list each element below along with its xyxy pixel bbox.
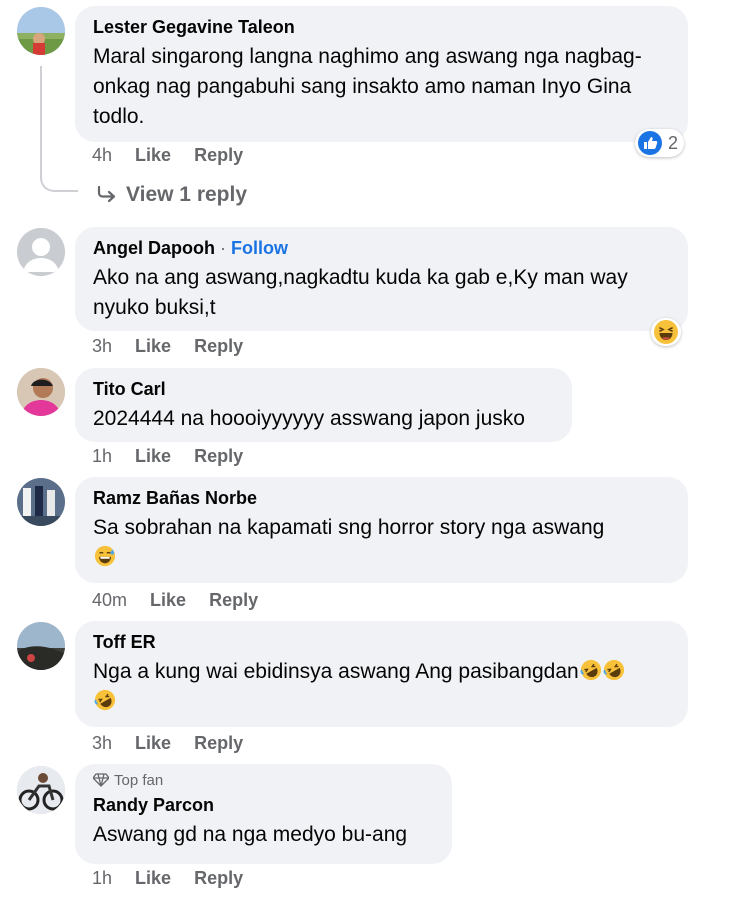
comment-text: Nga a kung wai ebidinsya aswang Ang pasi… xyxy=(93,657,670,717)
author-name[interactable]: Randy Parcon xyxy=(93,794,434,816)
like-button[interactable]: Like xyxy=(135,733,171,753)
reply-button[interactable]: Reply xyxy=(194,733,243,753)
avatar[interactable] xyxy=(17,622,65,670)
reply-button[interactable]: Reply xyxy=(194,145,243,165)
like-button[interactable]: Like xyxy=(135,145,171,165)
rolling-laughing-emoji-icon xyxy=(94,689,116,711)
top-fan-label: Top fan xyxy=(114,772,164,789)
like-button[interactable]: Like xyxy=(135,446,171,466)
comment-actions: 3h Like Reply xyxy=(92,733,261,754)
reply-button[interactable]: Reply xyxy=(194,868,243,888)
reply-button[interactable]: Reply xyxy=(194,336,243,356)
comment-timestamp[interactable]: 1h xyxy=(92,868,112,888)
reply-button[interactable]: Reply xyxy=(209,590,258,610)
comment-actions: 3h Like Reply xyxy=(92,336,261,357)
avatar[interactable] xyxy=(17,228,65,276)
view-replies-link[interactable]: View 1 reply xyxy=(96,183,247,207)
author-name[interactable]: Tito Carl xyxy=(93,378,554,400)
rolling-laughing-emoji-icon xyxy=(580,659,601,681)
author-name[interactable]: Ramz Bañas Norbe xyxy=(93,487,670,509)
avatar[interactable] xyxy=(17,368,65,416)
comment-actions: 1h Like Reply xyxy=(92,868,261,889)
reply-arrow-icon xyxy=(97,185,116,203)
comment-timestamp[interactable]: 4h xyxy=(92,145,112,165)
comment-text: 2024444 na hoooiyyyyyy asswang japon jus… xyxy=(93,407,525,430)
avatar[interactable] xyxy=(17,7,65,55)
comment-timestamp[interactable]: 3h xyxy=(92,336,112,356)
like-button[interactable]: Like xyxy=(135,336,171,356)
comment-bubble: Angel Dapooh · Follow Ako na ang aswang,… xyxy=(75,227,688,331)
avatar[interactable] xyxy=(17,478,65,526)
comment-text: Ako na ang aswang,nagkadtu kuda ka gab e… xyxy=(93,266,628,319)
comment-bubble: Toff ER Nga a kung wai ebidinsya aswang … xyxy=(75,621,688,727)
reply-button[interactable]: Reply xyxy=(194,446,243,466)
haha-reaction-icon xyxy=(654,320,678,344)
comment-timestamp[interactable]: 3h xyxy=(92,733,112,753)
comment-text: Sa sobrahan na kapamati sng horror story… xyxy=(93,513,670,573)
reaction-summary[interactable]: 2 xyxy=(635,129,685,157)
view-replies-label: View 1 reply xyxy=(126,183,248,206)
reaction-count: 2 xyxy=(668,132,679,153)
reaction-summary[interactable] xyxy=(651,318,681,346)
like-reaction-icon xyxy=(638,131,662,155)
like-button[interactable]: Like xyxy=(135,868,171,888)
top-fan-badge[interactable]: Top fan xyxy=(92,772,434,790)
comment-bubble: Top fan Randy Parcon Aswang gd na nga me… xyxy=(75,764,452,864)
comment-actions: 40m Like Reply xyxy=(92,590,276,611)
comment-text: Aswang gd na nga medyo bu-ang xyxy=(93,823,408,846)
comment-bubble: Tito Carl 2024444 na hoooiyyyyyy asswang… xyxy=(75,368,572,442)
grinning-sweat-emoji-icon xyxy=(94,545,116,567)
author-name[interactable]: Toff ER xyxy=(93,631,670,653)
author-name[interactable]: Angel Dapooh xyxy=(93,238,215,258)
comment-bubble: Ramz Bañas Norbe Sa sobrahan na kapamati… xyxy=(75,477,688,583)
like-button[interactable]: Like xyxy=(150,590,186,610)
comment-timestamp[interactable]: 1h xyxy=(92,446,112,466)
comment-actions: 4h Like Reply xyxy=(92,145,261,166)
avatar[interactable] xyxy=(17,766,65,814)
comment-actions: 1h Like Reply xyxy=(92,446,261,467)
comment-text: Maral singarong langna naghimo ang aswan… xyxy=(93,45,642,128)
diamond-icon xyxy=(92,773,110,787)
rolling-laughing-emoji-icon xyxy=(603,659,624,681)
author-name[interactable]: Lester Gegavine Taleon xyxy=(93,16,670,38)
author-line: Angel Dapooh · Follow xyxy=(93,238,289,258)
comment-timestamp[interactable]: 40m xyxy=(92,590,127,610)
follow-button[interactable]: Follow xyxy=(231,238,288,258)
comment-bubble: Lester Gegavine Taleon Maral singarong l… xyxy=(75,6,688,142)
thread-connector xyxy=(40,66,78,192)
